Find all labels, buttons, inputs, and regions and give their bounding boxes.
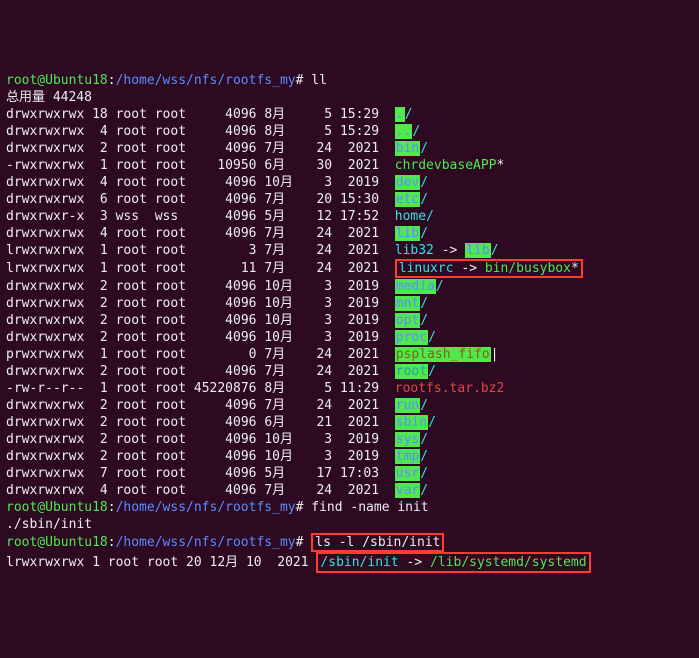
prompt-user: root@Ubuntu18 <box>6 73 108 88</box>
link-target: /lib/systemd/systemd <box>430 555 587 570</box>
file-name: . <box>395 107 405 122</box>
file-name: proc <box>395 330 428 345</box>
file-name: linuxrc <box>399 261 454 276</box>
perms: drwxrwxrwx <box>6 124 84 139</box>
listing-row: drwxrwxrwx 2 root root 4096 10月 3 2019 o… <box>6 312 693 329</box>
listing-row: drwxrwxrwx 2 root root 4096 7月 24 2021 r… <box>6 397 693 414</box>
perms: drwxrwxrwx <box>6 449 84 464</box>
command[interactable]: find -name init <box>303 500 428 515</box>
command[interactable]: ll <box>303 73 326 88</box>
file-name: tmp <box>395 449 420 464</box>
prompt-path: /home/wss/nfs/rootfs_my <box>116 73 296 88</box>
prompt-user: root@Ubuntu18 <box>6 500 108 515</box>
link-target: lib <box>465 243 490 258</box>
listing-row: lrwxrwxrwx 1 root root 11 7月 24 2021 lin… <box>6 259 693 278</box>
listing-row: drwxrwxrwx 2 root root 4096 10月 3 2019 m… <box>6 278 693 295</box>
listing-row: prwxrwxrwx 1 root root 0 7月 24 2021 pspl… <box>6 346 693 363</box>
file-name: opt <box>395 313 420 328</box>
listing-row: drwxrwxrwx 4 root root 4096 7月 24 2021 v… <box>6 482 693 499</box>
listing-row: drwxrwxrwx 4 root root 4096 8月 5 15:29 .… <box>6 123 693 140</box>
listing-row: drwxrwxrwx 2 root root 4096 10月 3 2019 m… <box>6 295 693 312</box>
listing-row: drwxrwxrwx 2 root root 4096 7月 24 2021 b… <box>6 140 693 157</box>
listing-row: drwxrwxrwx 4 root root 4096 10月 3 2019 d… <box>6 174 693 191</box>
perms: drwxrwxrwx <box>6 141 84 156</box>
file-name: chrdevbaseAPP <box>395 158 497 173</box>
file-name: psplash_fifo <box>395 347 491 362</box>
perms: drwxrwxrwx <box>6 415 84 430</box>
listing-row: drwxrwxrwx 6 root root 4096 7月 20 15:30 … <box>6 191 693 208</box>
file-name: bin <box>395 141 420 156</box>
command[interactable]: ls -l /sbin/init <box>315 535 440 550</box>
perms: drwxrwxrwx <box>6 432 84 447</box>
listing-row: -rwxrwxrwx 1 root root 10950 6月 30 2021 … <box>6 157 693 174</box>
listing-row: drwxrwxrwx 18 root root 4096 8月 5 15:29 … <box>6 106 693 123</box>
listing-row: drwxrwxrwx 2 root root 4096 10月 3 2019 p… <box>6 329 693 346</box>
link-target: bin/busybox <box>485 261 571 276</box>
perms: drwxrwxrwx <box>6 313 84 328</box>
file-name: var <box>395 483 420 498</box>
total-line: 总用量 44248 <box>6 89 693 106</box>
perms: drwxrwxrwx <box>6 192 84 207</box>
file-name: rootfs.tar.bz2 <box>395 381 505 396</box>
perms: drwxrwxrwx <box>6 175 84 190</box>
file-name: dev <box>395 175 420 190</box>
file-name: sbin <box>395 415 428 430</box>
listing-row: drwxrwxrwx 7 root root 4096 5月 17 17:03 … <box>6 465 693 482</box>
file-name: root <box>395 364 428 379</box>
perms: drwxrwxrwx <box>6 364 84 379</box>
perms: lrwxrwxrwx <box>6 261 84 276</box>
file-name: media <box>395 279 436 294</box>
perms: prwxrwxrwx <box>6 347 84 362</box>
highlight-box: ls -l /sbin/init <box>311 533 444 552</box>
file-name: usr <box>395 466 420 481</box>
file-name: etc <box>395 192 420 207</box>
perms: drwxrwxrwx <box>6 226 84 241</box>
file-name: run <box>395 398 420 413</box>
highlight-box: linuxrc -> bin/busybox* <box>395 259 583 278</box>
listing-row: -rw-r--r-- 1 root root 45220876 8月 5 11:… <box>6 380 693 397</box>
file-name: lib <box>395 226 420 241</box>
terminal-output: root@Ubuntu18:/home/wss/nfs/rootfs_my# l… <box>6 72 693 573</box>
perms: drwxrwxrwx <box>6 279 84 294</box>
perms: drwxrwxrwx <box>6 107 84 122</box>
file-name: mnt <box>395 296 420 311</box>
listing-row: lrwxrwxrwx 1 root root 20 12月 10 2021 /s… <box>6 552 693 573</box>
listing-row: lrwxrwxrwx 1 root root 3 7月 24 2021 lib3… <box>6 242 693 259</box>
perms: drwxrwxrwx <box>6 483 84 498</box>
listing-row: drwxrwxr-x 3 wss wss 4096 5月 12 17:52 ho… <box>6 208 693 225</box>
perms: drwxrwxr-x <box>6 209 84 224</box>
listing-row: drwxrwxrwx 2 root root 4096 6月 21 2021 s… <box>6 414 693 431</box>
perms: drwxrwxrwx <box>6 296 84 311</box>
file-name: lib32 <box>395 243 434 258</box>
file-name: .. <box>395 124 413 139</box>
perms: lrwxrwxrwx <box>6 243 84 258</box>
prompt-path: /home/wss/nfs/rootfs_my <box>116 500 296 515</box>
perms: drwxrwxrwx <box>6 398 84 413</box>
file-name: sys <box>395 432 420 447</box>
file-name: /sbin/init <box>320 555 398 570</box>
highlight-box: /sbin/init -> /lib/systemd/systemd <box>316 552 590 573</box>
file-name: home <box>395 209 426 224</box>
perms: -rwxrwxrwx <box>6 158 84 173</box>
perms: drwxrwxrwx <box>6 330 84 345</box>
listing-row: drwxrwxrwx 2 root root 4096 10月 3 2019 t… <box>6 448 693 465</box>
perms: drwxrwxrwx <box>6 466 84 481</box>
listing-row: drwxrwxrwx 2 root root 4096 10月 3 2019 s… <box>6 431 693 448</box>
listing-row: drwxrwxrwx 2 root root 4096 7月 24 2021 r… <box>6 363 693 380</box>
find-output: ./sbin/init <box>6 516 693 533</box>
listing-row: drwxrwxrwx 4 root root 4096 7月 24 2021 l… <box>6 225 693 242</box>
perms: -rw-r--r-- <box>6 381 84 396</box>
